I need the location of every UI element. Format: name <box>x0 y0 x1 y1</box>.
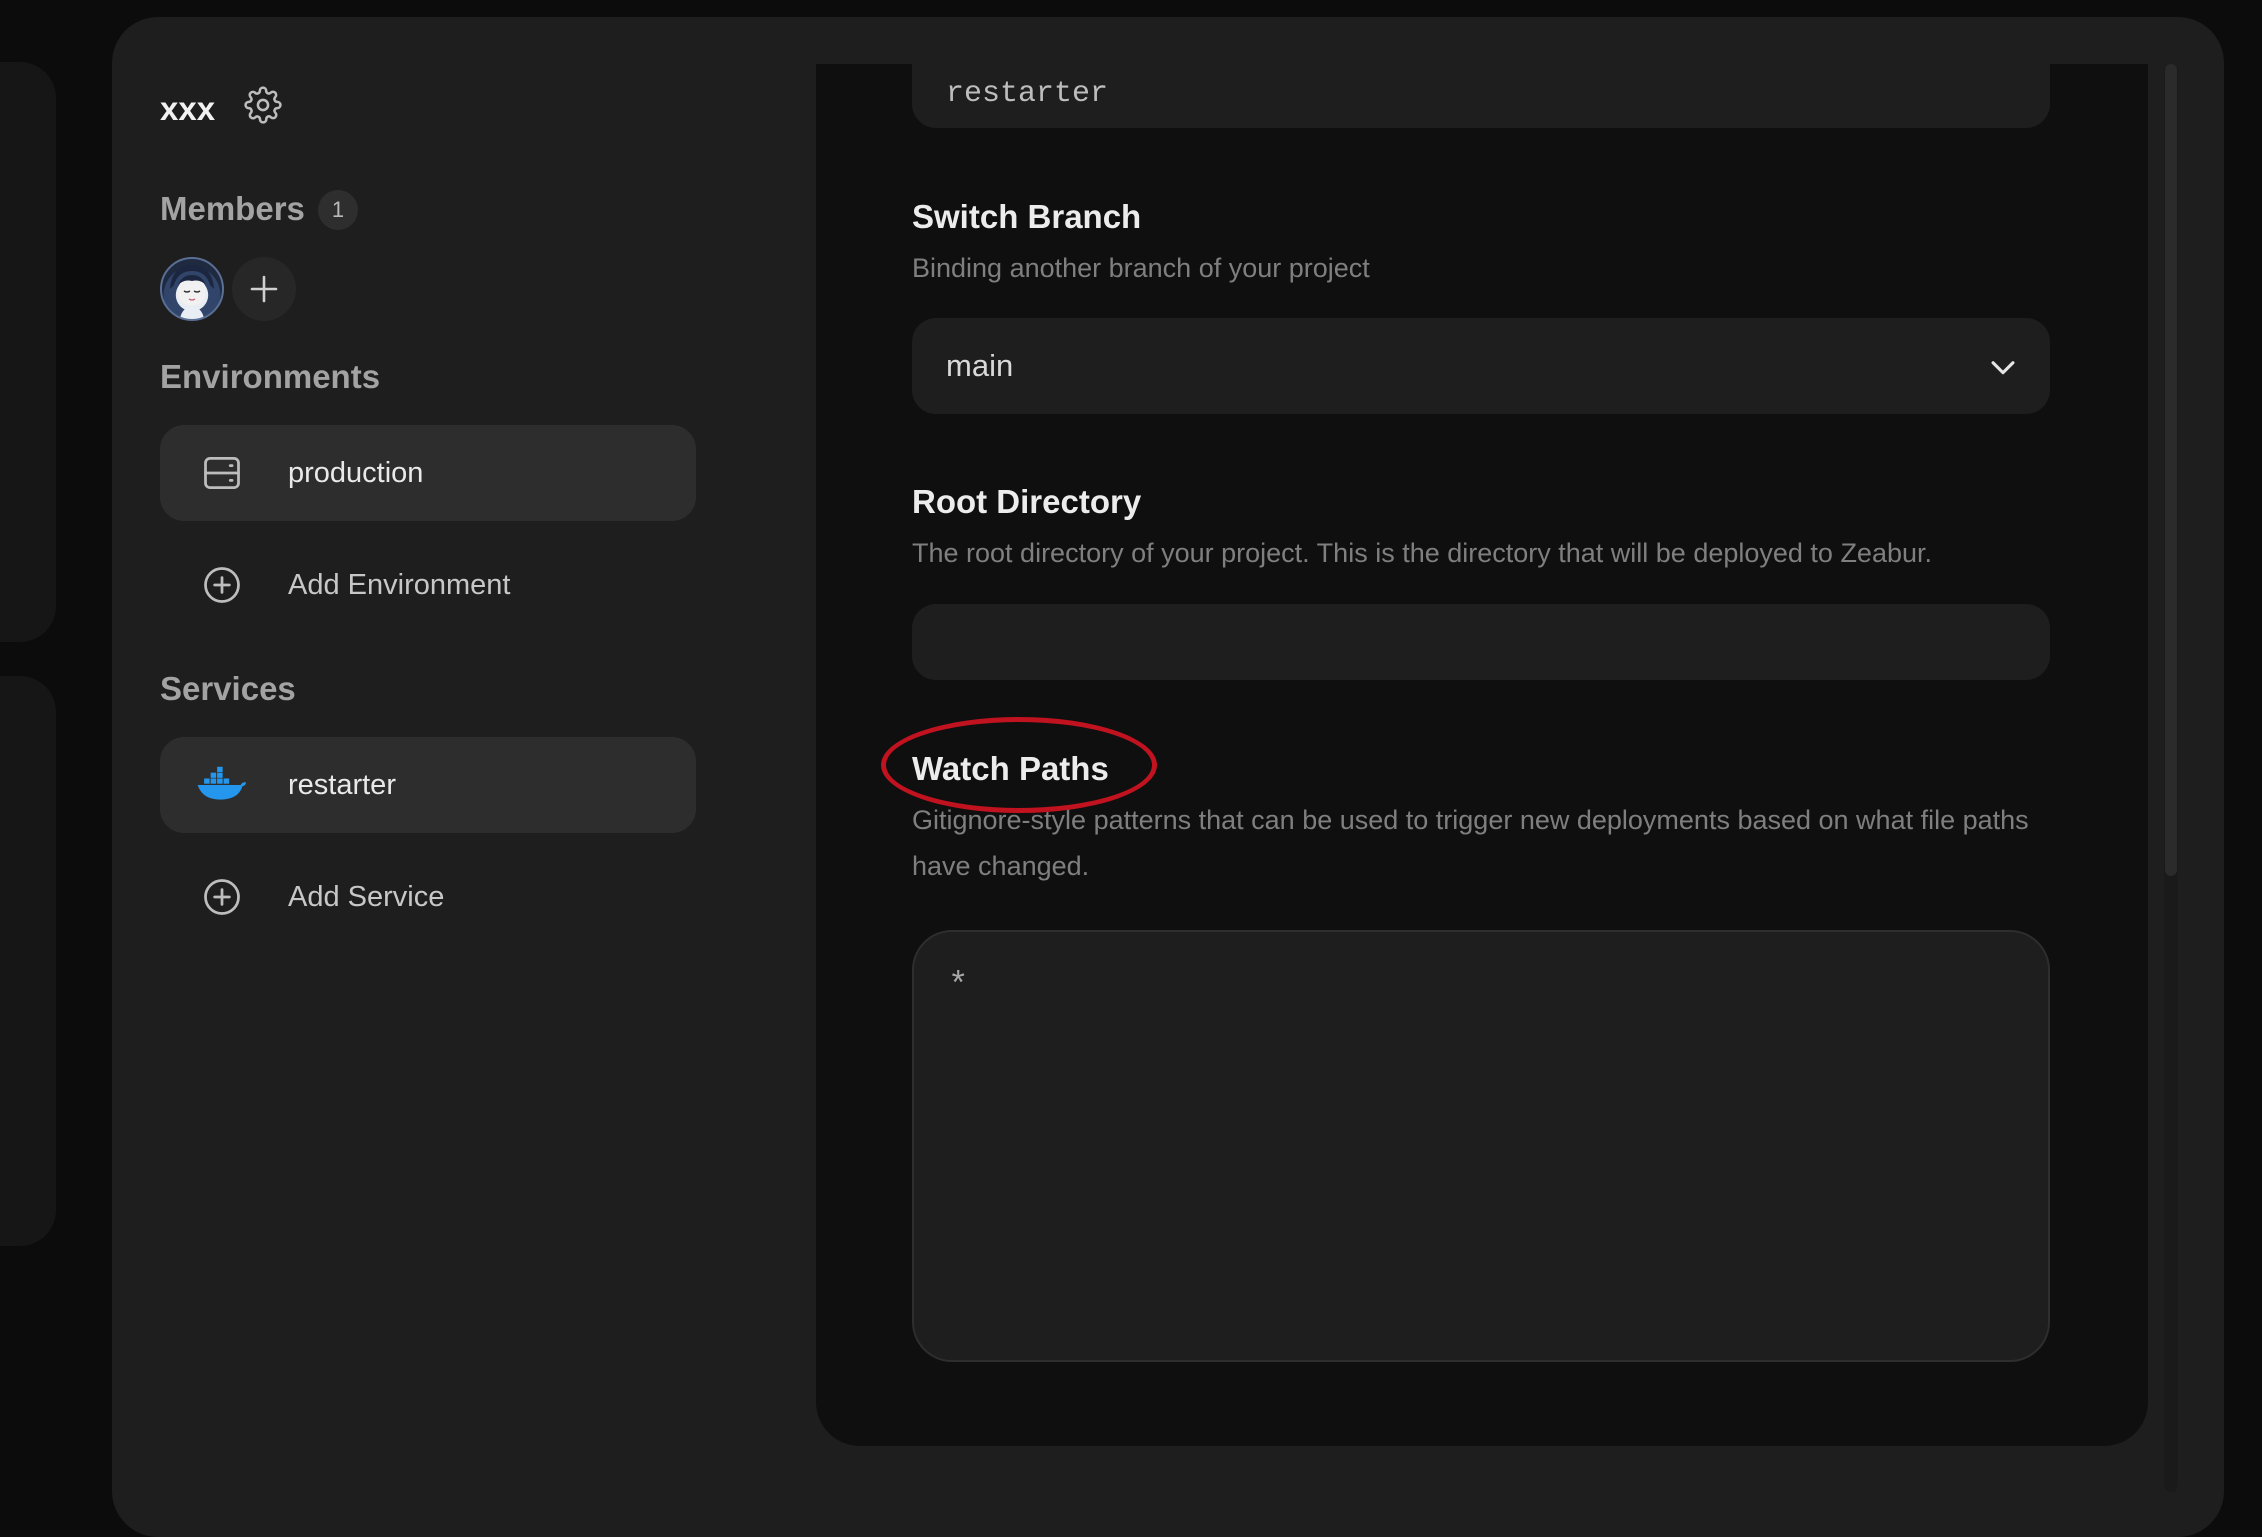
avatar-illustration <box>170 265 214 319</box>
environment-item-production[interactable]: production <box>160 425 696 521</box>
root-directory-description: The root directory of your project. This… <box>912 538 1933 568</box>
docker-icon <box>197 766 247 800</box>
add-member-button[interactable] <box>232 257 296 321</box>
plus-icon <box>250 275 278 303</box>
project-name: xxx <box>160 90 216 127</box>
add-environment-label: Add Environment <box>288 569 511 601</box>
root-directory-input[interactable] <box>912 604 2050 680</box>
watch-paths-value: * <box>948 968 969 1006</box>
watch-paths-description: Gitignore-style patterns that can be use… <box>912 805 2029 881</box>
service-item-restarter[interactable]: restarter <box>160 737 696 833</box>
services-title: Services <box>160 670 296 707</box>
switch-branch-description: Binding another branch of your project <box>912 253 1370 283</box>
members-title: Members <box>160 190 305 227</box>
watch-paths-textarea[interactable]: * <box>912 930 2050 1362</box>
plus-circle-icon <box>204 879 240 915</box>
service-label: restarter <box>288 769 396 801</box>
members-count-badge: 1 <box>318 190 358 230</box>
environments-title: Environments <box>160 358 381 395</box>
service-name-input[interactable]: restarter <box>912 64 2050 128</box>
plus-circle-icon <box>204 567 240 603</box>
background-panel <box>0 676 56 1246</box>
branch-select[interactable]: main <box>912 318 2050 414</box>
service-settings-panel: restarter Switch Branch Binding another … <box>816 64 2148 1446</box>
service-name-value: restarter <box>946 77 1109 111</box>
root-directory-title: Root Directory <box>912 483 1142 520</box>
watch-paths-title: Watch Paths <box>912 750 1109 787</box>
background-panel <box>0 62 56 642</box>
gear-icon[interactable] <box>244 86 282 124</box>
scrollbar-thumb[interactable] <box>2165 64 2177 876</box>
environment-label: production <box>288 457 424 489</box>
chevron-down-icon <box>1991 361 2015 375</box>
add-service-label: Add Service <box>288 881 445 913</box>
avatar[interactable] <box>160 257 224 321</box>
server-icon <box>204 456 240 490</box>
add-environment-button[interactable]: Add Environment <box>160 537 696 633</box>
branch-selected-value: main <box>946 348 1014 383</box>
switch-branch-title: Switch Branch <box>912 198 1142 235</box>
add-service-button[interactable]: Add Service <box>160 849 696 945</box>
